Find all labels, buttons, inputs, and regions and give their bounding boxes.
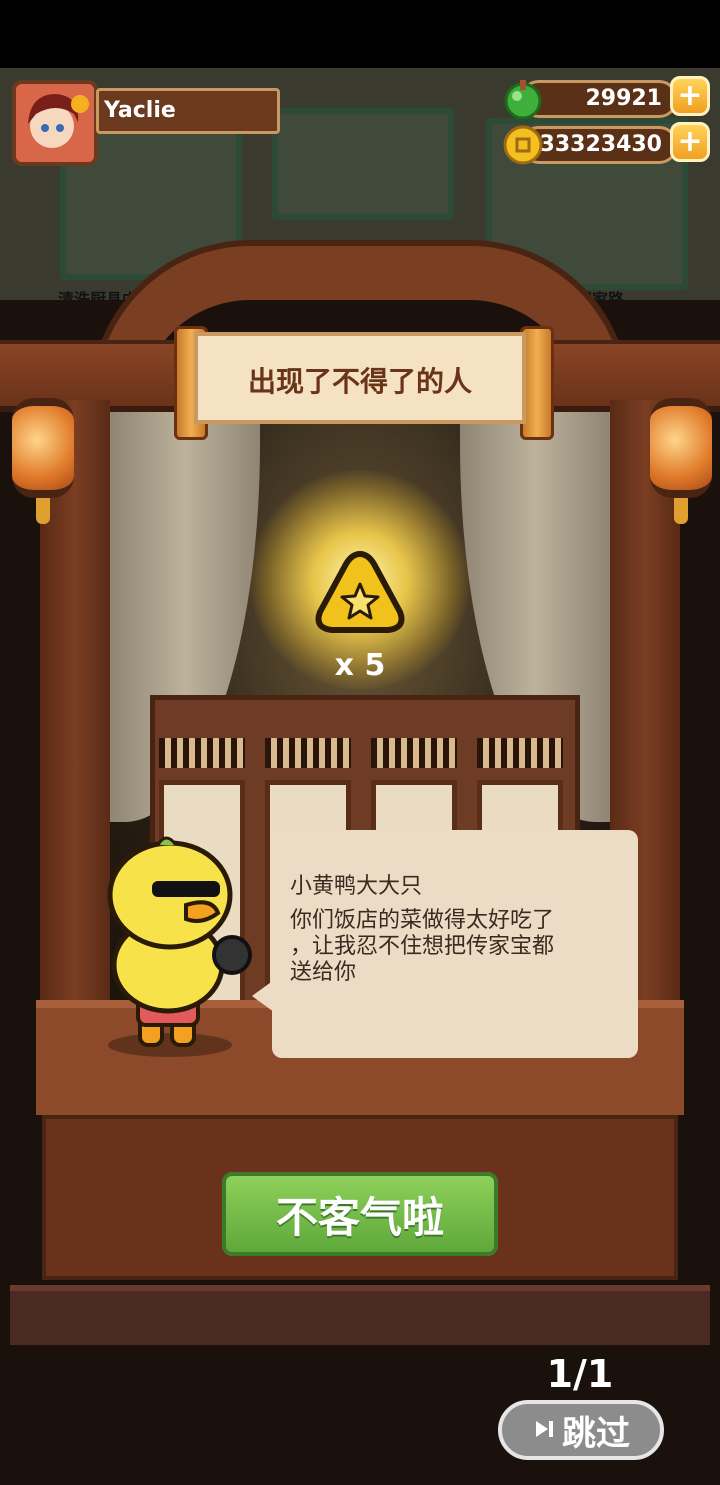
coin-currency-value: 33323430 [539, 132, 662, 157]
screen-lattice [159, 738, 245, 768]
skip-label: 跳过 [562, 1413, 630, 1454]
window-decor [272, 108, 454, 220]
lantern-tassel [674, 498, 688, 524]
lantern-left [12, 398, 74, 498]
stage-floor [10, 1285, 710, 1345]
avatar-portrait-icon [16, 84, 94, 162]
duck-character [100, 835, 265, 1064]
add-jade-button[interactable]: + [670, 76, 710, 116]
player-name: Yaclie [104, 98, 176, 123]
page-counter: 1/1 [546, 1352, 614, 1396]
skip-button[interactable]: 跳过 [498, 1400, 664, 1460]
lantern-right [650, 398, 712, 498]
screen-lattice [265, 738, 351, 768]
screen-lattice [371, 738, 457, 768]
dialog-text: 你们饭店的菜做得太好吃了 ，让我忍不住想把传家宝都 送给你 [290, 908, 555, 985]
event-title: 出现了不得了的人 [247, 365, 472, 398]
gold-coin-icon [502, 124, 544, 170]
reward-quantity: x 5 [334, 648, 386, 683]
player-avatar[interactable] [12, 80, 98, 166]
screen-lattice [477, 738, 563, 768]
speaker-name: 小黄鸭大大只 [290, 874, 423, 899]
add-coin-button[interactable]: + [670, 122, 710, 162]
confirm-button[interactable]: 不客气啦 [222, 1172, 498, 1256]
lantern-tassel [36, 498, 50, 524]
speech-bubble-tail [252, 980, 274, 1012]
star-rice-ball-icon [314, 550, 406, 638]
skip-icon [532, 1410, 556, 1450]
jade-currency-value: 29921 [585, 86, 662, 111]
jade-gem-icon [502, 78, 544, 124]
